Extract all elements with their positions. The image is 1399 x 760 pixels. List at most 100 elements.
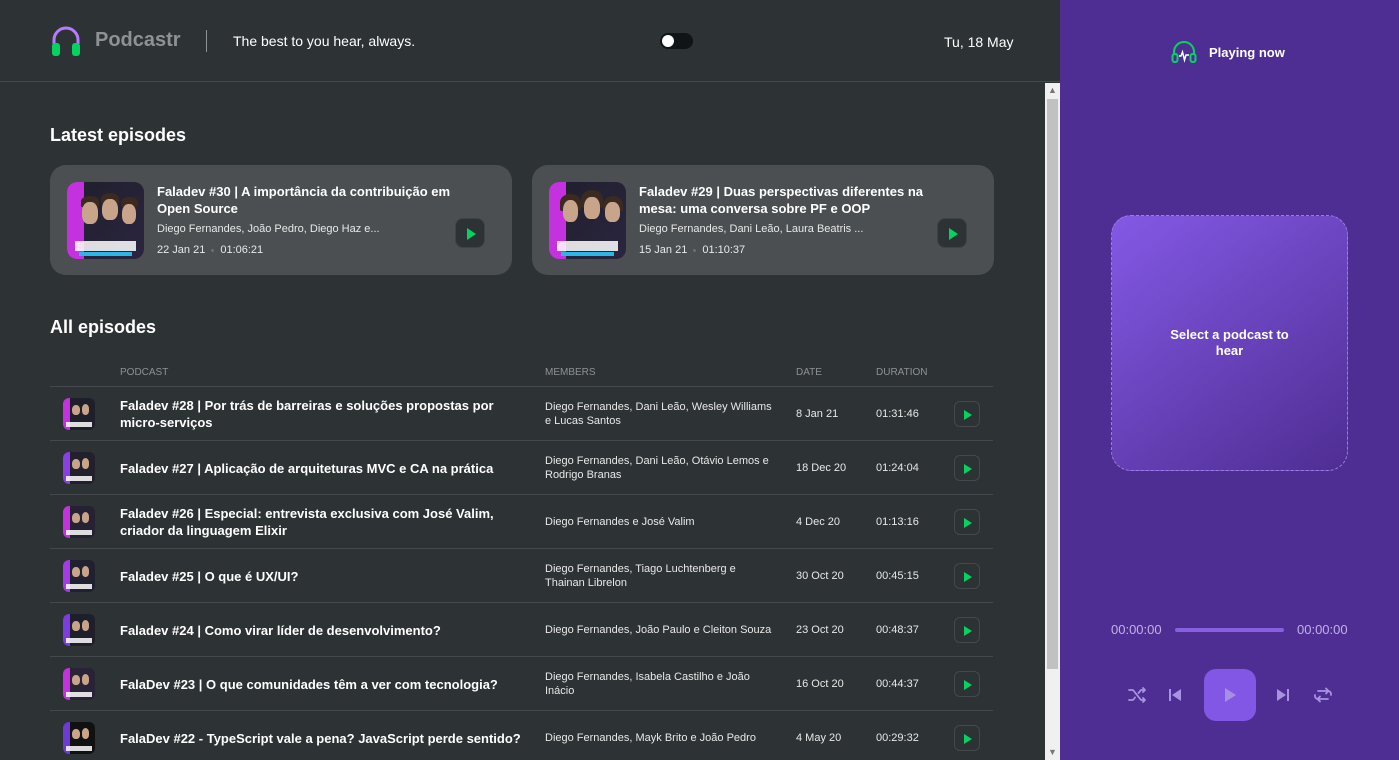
episode-members: Diego Fernandes e José Valim <box>545 516 695 528</box>
episode-members: Diego Fernandes, Dani Leão, Otávio Lemos… <box>545 455 769 481</box>
episode-date: 15 Jan 21 <box>639 244 688 256</box>
empty-player-message: Select a podcast to hear <box>1170 327 1289 358</box>
play-icon <box>1225 688 1236 702</box>
playing-now-label: Playing now <box>1209 44 1285 60</box>
theme-toggle[interactable] <box>660 33 693 49</box>
episode-date: 23 Oct 20 <box>796 624 844 636</box>
episode-thumbnail[interactable] <box>63 398 95 430</box>
play-episode-button[interactable] <box>954 671 980 697</box>
play-icon <box>964 464 972 474</box>
episode-title[interactable]: Faladev #29 | Duas perspectivas diferent… <box>639 183 959 217</box>
scroll-up-arrow-icon[interactable]: ▲ <box>1045 83 1060 98</box>
episode-duration: 00:29:32 <box>876 732 919 744</box>
episode-meta: 15 Jan 21 01:10:37 <box>639 244 745 256</box>
table-row[interactable]: FalaDev #23 | O que comunidades têm a ve… <box>50 657 993 711</box>
table-header: PODCAST MEMBERS DATE DURATION <box>50 359 993 387</box>
table-row[interactable]: Faladev #26 | Especial: entrevista exclu… <box>50 495 993 549</box>
episode-members: Diego Fernandes, João Pedro, Diego Haz e… <box>157 223 380 235</box>
episode-date: 4 May 20 <box>796 732 842 744</box>
repeat-icon <box>1314 687 1332 703</box>
episode-title[interactable]: Faladev #26 | Especial: entrevista exclu… <box>120 495 530 549</box>
tagline: The best to you hear, always. <box>233 33 416 49</box>
shuffle-button[interactable] <box>1125 683 1149 707</box>
table-row[interactable]: Faladev #24 | Como virar líder de desenv… <box>50 603 993 657</box>
header-divider <box>206 30 207 52</box>
episodes-table: PODCAST MEMBERS DATE DURATION Faladev #2… <box>50 359 993 760</box>
episode-duration: 01:06:21 <box>220 244 264 256</box>
play-episode-button[interactable] <box>954 455 980 481</box>
scrollbar-thumb[interactable] <box>1047 99 1058 669</box>
episode-date: 18 Dec 20 <box>796 462 847 474</box>
app-header: Podcastr The best to you hear, always. T… <box>0 0 1060 82</box>
scroll-down-arrow-icon[interactable]: ▼ <box>1045 745 1060 760</box>
episode-date: 16 Oct 20 <box>796 678 844 690</box>
play-episode-button[interactable] <box>954 725 980 751</box>
episode-thumbnail[interactable] <box>63 452 95 484</box>
play-icon <box>964 680 972 690</box>
episode-thumbnail[interactable] <box>63 560 95 592</box>
play-episode-button[interactable] <box>954 563 980 589</box>
episode-title[interactable]: FalaDev #23 | O que comunidades têm a ve… <box>120 657 530 711</box>
episode-title[interactable]: Faladev #30 | A importância da contribui… <box>157 183 477 217</box>
latest-episode-card[interactable]: Faladev #29 | Duas perspectivas diferent… <box>532 165 994 275</box>
episode-duration: 00:45:15 <box>876 570 919 582</box>
next-button[interactable] <box>1271 683 1295 707</box>
episode-members: Diego Fernandes, João Paulo e Cleiton So… <box>545 624 772 636</box>
play-button[interactable] <box>1204 669 1256 721</box>
episode-title[interactable]: Faladev #25 | O que é UX/UI? <box>120 549 530 603</box>
table-row[interactable]: Faladev #25 | O que é UX/UI? Diego Fernan… <box>50 549 993 603</box>
play-icon <box>964 734 972 744</box>
playing-now-headphones-icon <box>1171 41 1197 63</box>
episode-title[interactable]: Faladev #24 | Como virar líder de desenv… <box>120 603 530 657</box>
play-episode-button[interactable] <box>954 509 980 535</box>
empty-player-placeholder: Select a podcast to hear <box>1111 215 1348 471</box>
total-time: 00:00:00 <box>1297 622 1348 637</box>
episode-members: Diego Fernandes, Dani Leão, Laura Beatri… <box>639 223 864 235</box>
episode-date: 22 Jan 21 <box>157 244 206 256</box>
play-episode-button[interactable] <box>937 218 967 248</box>
latest-episodes-title: Latest episodes <box>50 125 187 145</box>
episode-thumbnail[interactable] <box>63 506 95 538</box>
vertical-scrollbar[interactable]: ▲ ▼ <box>1045 83 1060 760</box>
episode-thumbnail[interactable] <box>549 182 626 259</box>
episode-duration: 01:10:37 <box>702 244 746 256</box>
player-heading: Playing now <box>1171 40 1285 64</box>
episode-date: 30 Oct 20 <box>796 570 844 582</box>
column-header-date: DATE <box>796 367 822 378</box>
previous-button[interactable] <box>1163 683 1187 707</box>
play-icon <box>964 626 972 636</box>
episode-members: Diego Fernandes, Tiago Luchtenberg e Tha… <box>545 563 736 589</box>
episode-thumbnail[interactable] <box>63 614 95 646</box>
episode-date: 4 Dec 20 <box>796 516 841 528</box>
play-icon <box>964 410 972 420</box>
play-episode-button[interactable] <box>954 401 980 427</box>
headphones-logo-icon <box>52 26 80 56</box>
player-panel: Playing now Select a podcast to hear 00:… <box>1060 0 1399 760</box>
progress-slider[interactable] <box>1175 628 1284 632</box>
episodes-scroll-area[interactable]: Latest episodes Faladev #30 | A importân… <box>0 83 1045 760</box>
play-episode-button[interactable] <box>455 218 485 248</box>
episode-duration: 00:44:37 <box>876 678 919 690</box>
shuffle-icon <box>1128 687 1146 703</box>
table-row[interactable]: Faladev #27 | Aplicação de arquiteturas … <box>50 441 993 495</box>
table-row[interactable]: Faladev #28 | Por trás de barreiras e so… <box>50 387 993 441</box>
episode-title[interactable]: FalaDev #22 - TypeScript vale a pena? Ja… <box>120 711 530 760</box>
table-row[interactable]: FalaDev #22 - TypeScript vale a pena? Ja… <box>50 711 993 760</box>
play-icon <box>964 572 972 582</box>
episode-thumbnail[interactable] <box>63 668 95 700</box>
play-icon <box>964 518 972 528</box>
app-logo-text: Podcastr <box>95 29 181 51</box>
latest-episode-card[interactable]: Faladev #30 | A importância da contribui… <box>50 165 512 275</box>
episode-members: Diego Fernandes, Dani Leão, Wesley Willi… <box>545 401 772 427</box>
episode-title[interactable]: Faladev #27 | Aplicação de arquiteturas … <box>120 441 530 495</box>
repeat-button[interactable] <box>1311 683 1335 707</box>
column-header-duration: DURATION <box>876 367 928 378</box>
current-date: Tu, 18 May <box>944 34 1014 50</box>
column-header-podcast: PODCAST <box>120 367 169 378</box>
column-header-members: MEMBERS <box>545 367 596 378</box>
episode-thumbnail[interactable] <box>63 722 95 754</box>
episode-thumbnail[interactable] <box>67 182 144 259</box>
episode-title[interactable]: Faladev #28 | Por trás de barreiras e so… <box>120 387 530 441</box>
play-episode-button[interactable] <box>954 617 980 643</box>
play-icon <box>467 228 476 240</box>
